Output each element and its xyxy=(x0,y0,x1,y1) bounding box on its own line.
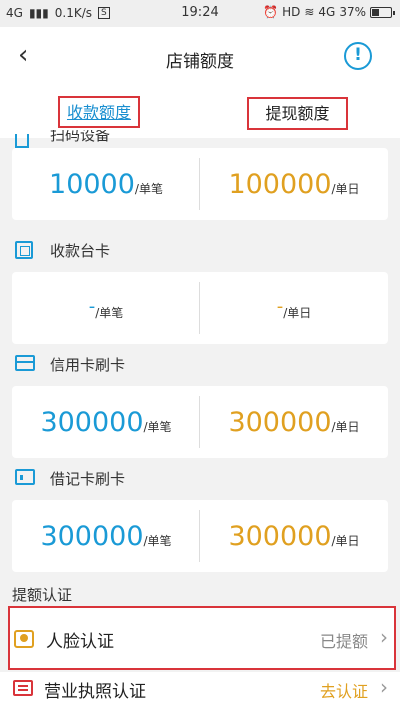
row-status: 去认证 xyxy=(319,682,368,701)
page-title: 店铺额度 xyxy=(166,52,234,72)
row-label: 人脸认证 xyxy=(46,632,114,652)
limit-value: 300000 xyxy=(228,406,332,438)
limit-value: 300000 xyxy=(40,406,144,438)
cashier-card-icon xyxy=(15,241,33,259)
battery-icon xyxy=(370,6,395,18)
limit-unit: /单笔 xyxy=(143,533,172,548)
tab-withdrawal-limit[interactable]: 提现额度 xyxy=(247,97,348,130)
limit-unit: /单日 xyxy=(331,419,360,434)
face-icon xyxy=(14,630,34,648)
license-icon xyxy=(13,680,33,696)
row-status: 已提额 xyxy=(319,632,368,651)
limit-unit: /单笔 xyxy=(95,305,124,320)
business-license-auth-row[interactable]: 营业执照认证 去认证 › xyxy=(0,672,400,711)
face-auth-row[interactable]: 人脸认证 已提额 › xyxy=(8,606,396,670)
hd-indicator: HD xyxy=(282,5,301,19)
per-day-limit: 300000 /单日 xyxy=(200,500,388,572)
per-day-limit: - /单日 xyxy=(200,272,388,344)
alarm-icon: ⏰ xyxy=(263,5,279,19)
limit-unit: /单笔 xyxy=(134,181,163,196)
limit-unit: /单日 xyxy=(331,181,360,196)
section-header-cashier-card: 收款台卡 xyxy=(0,235,400,265)
tab-collection-limit[interactable]: 收款额度 xyxy=(58,96,140,128)
section-header-credit-card: 信用卡刷卡 xyxy=(0,349,400,379)
per-day-limit: 100000 /单日 xyxy=(200,148,388,220)
chevron-right-icon: › xyxy=(380,675,388,699)
wifi-icon: ≋ xyxy=(304,5,315,19)
info-icon[interactable]: ! xyxy=(344,42,372,70)
limit-value: 10000 xyxy=(49,168,135,200)
nav-bar: ‹ 店铺额度 ! xyxy=(0,27,400,88)
per-transaction-limit: 10000 /单笔 xyxy=(12,148,200,220)
section-header-debit-card: 借记卡刷卡 xyxy=(0,463,400,493)
limit-card-debit-card: 300000 /单笔 300000 /单日 xyxy=(12,500,388,572)
row-label: 营业执照认证 xyxy=(44,682,146,702)
per-transaction-limit: 300000 /单笔 xyxy=(12,500,200,572)
scan-device-icon xyxy=(15,134,29,148)
limit-unit: /单笔 xyxy=(143,419,172,434)
per-day-limit: 300000 /单日 xyxy=(200,386,388,458)
section-label: 借记卡刷卡 xyxy=(50,470,126,488)
status-right: ⏰ HD ≋ 4G 37% xyxy=(263,5,395,19)
per-transaction-limit: 300000 /单笔 xyxy=(12,386,200,458)
section-scan-device: 扫码设备 xyxy=(0,130,400,148)
per-transaction-limit: - /单笔 xyxy=(12,272,200,344)
section-label: 扫码设备 xyxy=(50,130,111,144)
debit-card-icon xyxy=(15,469,35,485)
network-indicator-2: 4G xyxy=(318,5,336,19)
status-bar: 4G ▮▮▮ 0.1K/s S 19:24 ⏰ HD ≋ 4G 37% xyxy=(0,0,400,27)
chevron-right-icon: › xyxy=(380,625,388,649)
limit-value: 300000 xyxy=(40,520,144,552)
auth-section-title: 提额认证 xyxy=(12,586,73,604)
limit-unit: /单日 xyxy=(283,305,312,320)
limit-card-scan-device: 10000 /单笔 100000 /单日 xyxy=(12,148,388,220)
limit-unit: /单日 xyxy=(331,533,360,548)
limit-card-credit-card: 300000 /单笔 300000 /单日 xyxy=(12,386,388,458)
credit-card-icon xyxy=(15,355,35,371)
limit-value: 300000 xyxy=(228,520,332,552)
limit-value: 100000 xyxy=(228,168,332,200)
limit-card-cashier-card: - /单笔 - /单日 xyxy=(12,272,388,344)
battery-percent: 37% xyxy=(339,5,366,19)
section-label: 信用卡刷卡 xyxy=(50,356,126,374)
section-label: 收款台卡 xyxy=(50,242,111,260)
